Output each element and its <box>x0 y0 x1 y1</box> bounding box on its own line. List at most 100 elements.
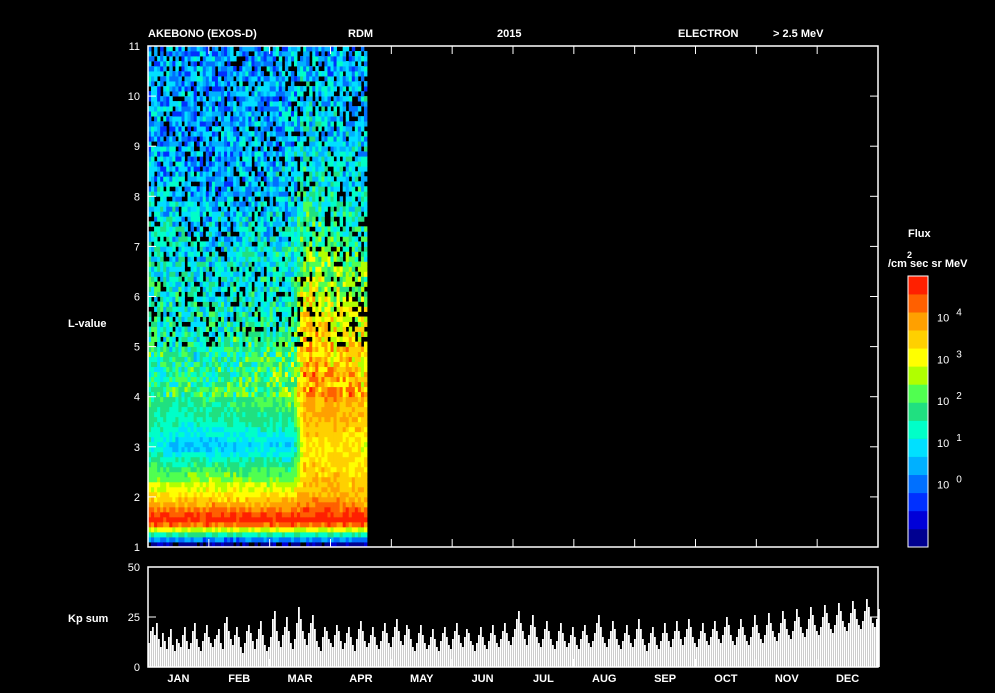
heatmap-cell <box>211 396 216 403</box>
heatmap-cell <box>214 456 219 463</box>
heatmap-cell <box>154 471 158 478</box>
heatmap-cell <box>297 266 301 272</box>
heatmap-cell <box>236 496 240 503</box>
heatmap-cell <box>309 471 313 478</box>
heatmap-cell <box>251 391 255 398</box>
heatmap-cell <box>217 361 222 368</box>
heatmap-cell <box>181 256 185 262</box>
heatmap-cell <box>275 61 280 67</box>
heatmap-cell <box>187 421 191 428</box>
heatmap-cell <box>284 306 289 312</box>
heatmap-cell <box>196 526 201 533</box>
heatmap-cell <box>199 336 204 342</box>
heatmap-cell <box>312 411 316 418</box>
heatmap-cell <box>269 56 274 62</box>
heatmap-cell <box>309 341 313 347</box>
heatmap-cell <box>251 251 255 257</box>
heatmap-cell <box>272 316 277 322</box>
heatmap-cell <box>160 166 164 172</box>
heatmap-cell <box>199 76 204 82</box>
heatmap-cell <box>230 151 234 157</box>
figure-canvas: AKEBONO (EXOS-D) RDM 2015 ELECTRON > 2.5… <box>0 0 995 693</box>
heatmap-cell <box>260 261 264 267</box>
heatmap-cell <box>178 86 182 92</box>
heatmap-cell <box>266 486 271 493</box>
heatmap-cell <box>281 116 286 122</box>
heatmap-cell <box>245 466 249 473</box>
heatmap-cell <box>217 366 222 373</box>
heatmap-cell <box>221 536 225 543</box>
heatmap-cell <box>202 406 207 413</box>
header-particle: ELECTRON <box>678 28 739 40</box>
heatmap-cell <box>211 241 216 247</box>
heatmap-cell <box>284 111 289 117</box>
heatmap-cell <box>294 436 298 443</box>
heatmap-cell <box>193 101 198 107</box>
heatmap-cell <box>221 331 225 337</box>
heatmap-cell <box>172 411 176 418</box>
heatmap-cell <box>221 141 225 147</box>
heatmap-cell <box>221 171 225 177</box>
heatmap-cell <box>169 166 173 172</box>
heatmap-cell <box>284 61 289 67</box>
heatmap-cell <box>205 141 210 147</box>
heatmap-cell <box>272 46 277 52</box>
heatmap-cell <box>239 386 243 393</box>
heatmap-cell <box>287 361 292 368</box>
heatmap-cell <box>239 136 243 142</box>
heatmap-cell <box>275 386 280 393</box>
heatmap-cell <box>199 376 204 383</box>
heatmap-cell <box>233 191 237 197</box>
heatmap-cell <box>278 236 283 242</box>
heatmap-cell <box>163 426 167 433</box>
heatmap-cell <box>160 136 164 142</box>
heatmap-cell <box>315 236 319 242</box>
heatmap-cell <box>163 531 167 538</box>
heatmap-cell <box>221 371 225 378</box>
heatmap-cell <box>190 286 195 292</box>
heatmap-cell <box>272 166 277 172</box>
heatmap-cell <box>208 371 213 378</box>
heatmap-cell <box>278 266 283 272</box>
heatmap-cell <box>199 501 204 508</box>
heatmap-cell <box>263 96 268 102</box>
heatmap-cell <box>154 176 158 182</box>
heatmap-cell <box>245 401 249 408</box>
heatmap-cell <box>245 291 249 297</box>
heatmap-cell <box>278 251 283 257</box>
heatmap-cell <box>242 511 246 518</box>
heatmap-cell <box>278 301 283 307</box>
heatmap-cell <box>303 366 307 373</box>
heatmap-cell <box>294 361 298 368</box>
heatmap-cell <box>251 451 255 458</box>
heatmap-cell <box>245 516 249 523</box>
heatmap-cell <box>251 501 255 508</box>
heatmap-cell <box>263 466 268 473</box>
heatmap-cell <box>309 366 313 373</box>
heatmap-cell <box>202 96 207 102</box>
heatmap-cell <box>224 346 228 353</box>
heatmap-cell <box>233 221 237 227</box>
heatmap-cell <box>300 146 304 152</box>
heatmap-cell <box>151 471 155 478</box>
heatmap-cell <box>248 216 252 222</box>
heatmap-cell <box>169 506 173 513</box>
heatmap-cell <box>211 436 216 443</box>
heatmap-cell <box>154 426 158 433</box>
heatmap-cell <box>202 281 207 287</box>
heatmap-cell <box>290 116 295 122</box>
heatmap-cell <box>217 516 222 523</box>
heatmap-cell <box>187 276 191 282</box>
heatmap-cell <box>312 386 316 393</box>
heatmap-cell <box>281 431 286 438</box>
heatmap-cell <box>211 141 216 147</box>
heatmap-cell <box>315 141 319 147</box>
heatmap-cell <box>260 196 264 202</box>
heatmap-cell <box>254 461 258 468</box>
heatmap-cell <box>193 161 198 167</box>
heatmap-cell <box>266 526 271 533</box>
heatmap-cell <box>306 531 310 538</box>
heatmap-cell <box>160 121 164 127</box>
heatmap-cell <box>233 466 237 473</box>
heatmap-cell <box>184 511 188 518</box>
